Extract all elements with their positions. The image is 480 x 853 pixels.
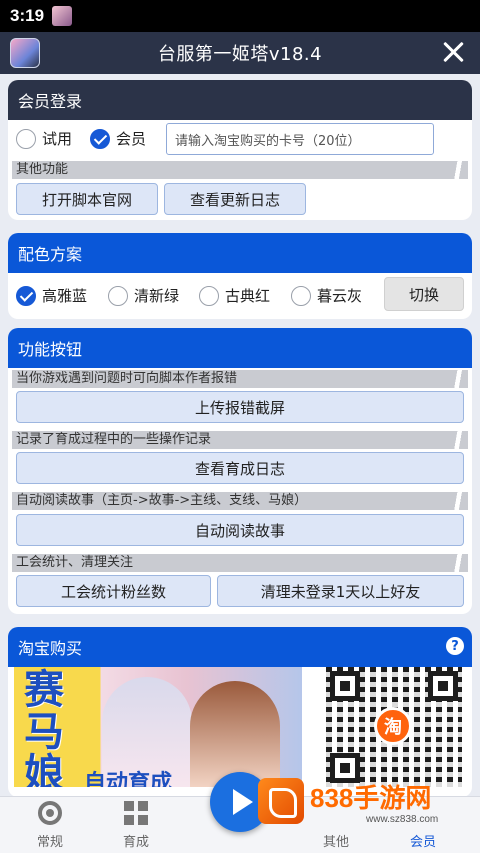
other-functions-caption: 其他功能: [12, 161, 468, 179]
auto-story-caption: 自动阅读故事（主页->故事->主线、支线、马娘）: [12, 492, 468, 510]
scheme-gray-circle-icon: [291, 285, 311, 306]
window-title: 台服第一姬塔v18.4: [157, 44, 323, 65]
tab-training[interactable]: 育成: [88, 797, 184, 853]
radio-member-check-icon: [90, 128, 110, 149]
open-website-button[interactable]: 打开脚本官网: [16, 183, 158, 215]
tab-training-label: 育成: [122, 835, 149, 850]
card-number-input[interactable]: 请输入淘宝购买的卡号（20位）: [166, 123, 434, 155]
watermark-brand: 838手游网: [310, 778, 431, 815]
scheme-green-label: 清新绿: [134, 287, 180, 305]
taobao-title: 淘宝购买: [8, 627, 472, 667]
radio-member[interactable]: 会员: [90, 128, 146, 149]
scheme-green-circle-icon: [108, 285, 128, 306]
taobao-qr-code: 淘: [326, 667, 462, 787]
guild-caption: 工会统计、清理关注: [12, 554, 468, 572]
function-buttons-title: 功能按钮: [8, 328, 472, 368]
scheme-gray-label: 暮云灰: [317, 287, 363, 305]
qr-finder-top-left: [330, 671, 360, 701]
taobao-logo-icon: 淘: [374, 707, 412, 745]
member-login-title: 会员登录: [8, 80, 472, 120]
view-training-log-button[interactable]: 查看育成日志: [16, 452, 464, 484]
auto-read-story-button[interactable]: 自动阅读故事: [16, 514, 464, 546]
tab-general[interactable]: 常规: [2, 797, 98, 853]
close-icon[interactable]: [440, 39, 466, 65]
scheme-red[interactable]: 古典红: [199, 285, 270, 306]
qr-finder-top-right: [428, 671, 458, 701]
banner-caption: 自动育成: [84, 771, 173, 787]
training-log-caption: 记录了育成过程中的一些操作记录: [12, 431, 468, 449]
clean-inactive-friends-button[interactable]: 清理未登录1天以上好友: [217, 575, 464, 607]
site-watermark: 838手游网 www.sz838.com: [258, 772, 480, 842]
scheme-blue-label: 高雅蓝: [42, 287, 88, 305]
title-bar: 台服第一姬塔v18.4: [0, 32, 480, 74]
scheme-red-circle-icon: [199, 285, 219, 306]
scheme-red-label: 古典红: [225, 287, 271, 305]
grid-icon: [124, 801, 148, 825]
upload-error-screenshot-button[interactable]: 上传报错截屏: [16, 391, 464, 423]
radio-member-label: 会员: [116, 130, 147, 148]
help-icon[interactable]: ?: [446, 637, 464, 655]
status-time: 3:19: [10, 6, 45, 25]
view-changelog-button[interactable]: 查看更新日志: [164, 183, 306, 215]
color-scheme-title: 配色方案: [8, 233, 472, 273]
radio-trial-circle-icon: [16, 128, 36, 149]
member-login-card: 会员登录 试用 会员 请输入淘宝购买的卡号（20位） 其他功能 打开脚本官网 查…: [8, 80, 472, 220]
chrome-icon: [38, 801, 62, 825]
function-buttons-card: 功能按钮 当你游戏遇到问题时可向脚本作者报错 上传报错截屏 记录了育成过程中的一…: [8, 328, 472, 614]
watermark-brand-text: 手游网: [353, 783, 432, 813]
watermark-brand-number: 838: [310, 783, 354, 813]
radio-trial-label: 试用: [42, 130, 73, 148]
scheme-green[interactable]: 清新绿: [108, 285, 179, 306]
app-logo-icon: [10, 38, 40, 68]
report-caption: 当你游戏遇到问题时可向脚本作者报错: [12, 370, 468, 388]
color-scheme-card: 配色方案 高雅蓝 清新绿 古典红 暮云灰 切换: [8, 233, 472, 319]
status-bar: 3:19: [0, 0, 480, 32]
scheme-gray[interactable]: 暮云灰: [291, 285, 362, 306]
guild-fans-count-button[interactable]: 工会统计粉丝数: [16, 575, 211, 607]
watermark-logo-icon: [258, 778, 304, 824]
promo-banner[interactable]: 赛马娘 自动育成: [14, 667, 302, 787]
watermark-url: www.sz838.com: [366, 814, 439, 825]
tab-general-label: 常规: [36, 835, 63, 850]
scheme-blue[interactable]: 高雅蓝: [16, 285, 87, 306]
app-notification-icon: [52, 6, 73, 26]
switch-scheme-button[interactable]: 切换: [384, 277, 464, 311]
radio-trial[interactable]: 试用: [16, 128, 72, 149]
scheme-blue-check-icon: [16, 285, 36, 306]
banner-title: 赛马娘: [24, 667, 64, 787]
